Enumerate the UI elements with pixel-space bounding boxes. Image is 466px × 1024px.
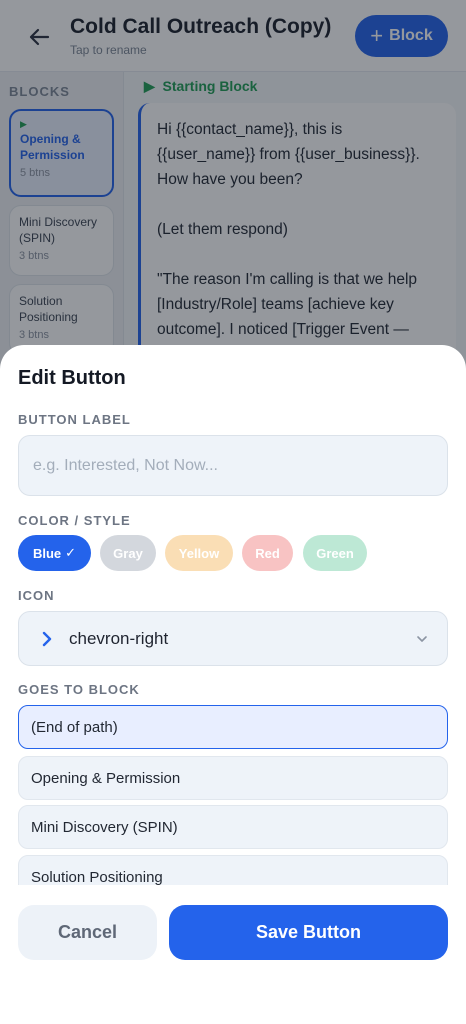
chip-label: Yellow: [178, 545, 220, 561]
button-label-input[interactable]: [18, 435, 448, 496]
chevron-right-icon: [42, 631, 52, 647]
button-label-heading: BUTTON LABEL: [18, 412, 131, 427]
target-option-solution[interactable]: Solution Positioning: [18, 855, 448, 885]
color-chip-green[interactable]: Green: [303, 535, 367, 571]
color-style-heading: COLOR / STYLE: [18, 513, 131, 528]
check-icon: ✓: [65, 545, 77, 560]
goes-to-heading: GOES TO BLOCK: [18, 682, 140, 697]
save-button[interactable]: Save Button: [169, 905, 448, 960]
target-option-mini-discovery[interactable]: Mini Discovery (SPIN): [18, 805, 448, 849]
icon-dropdown-value: chevron-right: [69, 629, 169, 648]
chip-label: Green: [316, 545, 354, 561]
chevron-down-icon: [417, 636, 427, 642]
target-option-opening[interactable]: Opening & Permission: [18, 756, 448, 800]
color-chip-blue[interactable]: Blue ✓: [18, 535, 91, 571]
sheet-title: Edit Button: [18, 367, 126, 389]
cancel-button[interactable]: Cancel: [18, 905, 157, 960]
chip-label: Blue: [32, 545, 62, 561]
chip-label: Gray: [113, 545, 143, 561]
icon-dropdown[interactable]: chevron-right: [18, 611, 448, 666]
chip-label: Red: [255, 545, 280, 561]
goes-to-block-list[interactable]: (End of path) Opening & Permission Mini …: [18, 705, 448, 885]
color-chip-gray[interactable]: Gray: [100, 535, 156, 571]
color-chip-yellow[interactable]: Yellow: [165, 535, 233, 571]
color-chip-red[interactable]: Red: [242, 535, 293, 571]
target-option-end-of-path[interactable]: (End of path): [18, 705, 448, 749]
edit-button-sheet: Edit Button BUTTON LABEL COLOR / STYLE B…: [0, 345, 466, 1024]
icon-heading: ICON: [18, 588, 55, 603]
